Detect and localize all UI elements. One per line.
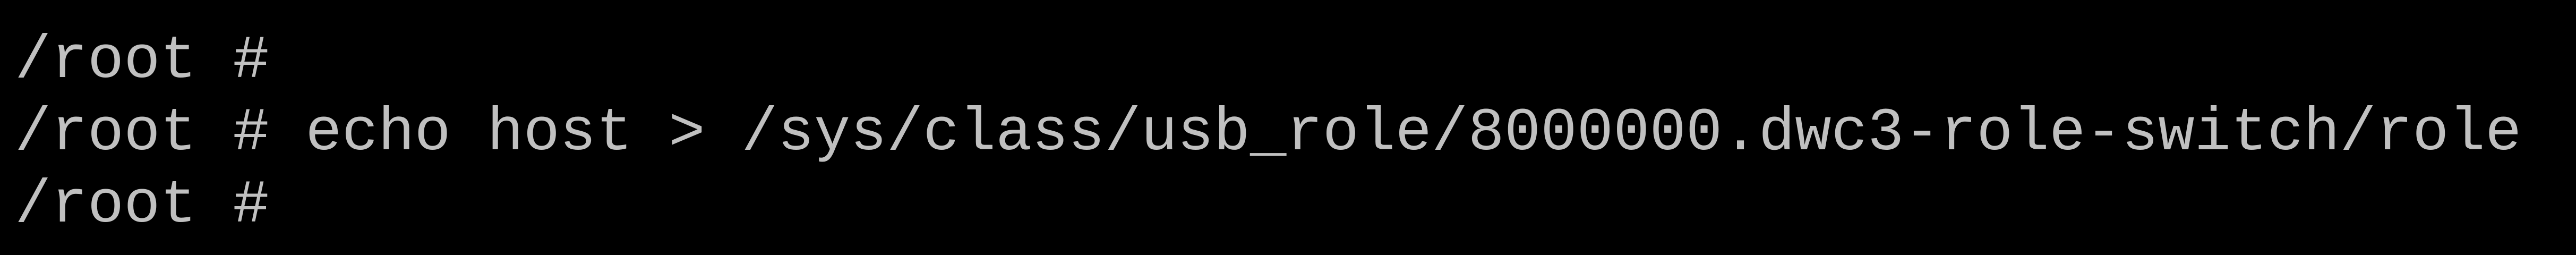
terminal-line-partial: /root # <box>15 0 269 19</box>
terminal-window[interactable]: /root # /root # /root # echo host > /sys… <box>0 0 2576 255</box>
terminal-command-line: /root # echo host > /sys/class/usb_role/… <box>15 99 2522 168</box>
terminal-prompt[interactable]: /root # <box>15 170 269 242</box>
terminal-line: /root # <box>15 27 269 96</box>
